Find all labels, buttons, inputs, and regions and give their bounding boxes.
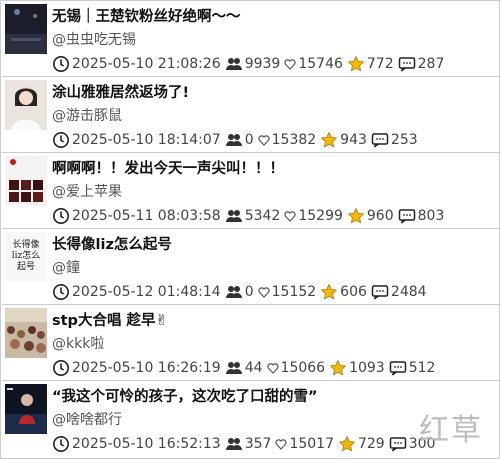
post-title[interactable]: 无锡｜王楚钦粉丝好绝啊～～ — [52, 5, 241, 26]
post-author[interactable]: @虫虫吃无锡 — [52, 29, 136, 49]
thumbnail[interactable] — [5, 308, 47, 358]
post-meta: 2025-05-10 21:08:26 9939 15746 772 287 — [52, 54, 448, 74]
post-datetime: 2025-05-10 16:26:19 — [72, 360, 221, 376]
star-icon — [329, 359, 347, 377]
thumbnail-image — [5, 384, 47, 434]
people-icon — [225, 131, 243, 149]
likes-count: 15017 — [289, 436, 334, 452]
post-author[interactable]: @鐘 — [52, 257, 80, 277]
thumbnail-image — [5, 4, 47, 54]
post-title[interactable]: stp大合唱 趁早✌ — [52, 309, 168, 330]
heart-icon — [275, 435, 288, 453]
people-icon — [225, 359, 243, 377]
clock-icon — [52, 283, 70, 301]
thumbnail[interactable] — [5, 4, 47, 54]
comments-count: 287 — [417, 56, 445, 72]
post-datetime: 2025-05-10 18:14:07 — [72, 132, 221, 148]
list-item[interactable]: 无锡｜王楚钦粉丝好绝啊～～ @虫虫吃无锡 2025-05-10 21:08:26… — [2, 1, 500, 77]
people-icon — [225, 207, 243, 225]
comment-icon — [389, 435, 407, 453]
star-icon — [347, 55, 365, 73]
post-meta: 2025-05-10 16:52:13 357 15017 729 300 — [52, 434, 439, 454]
thumbnail-text: 长得像 liz怎么 起号 — [11, 240, 41, 272]
thumbnail[interactable] — [5, 156, 47, 206]
heart-icon — [258, 283, 270, 301]
heart-icon — [258, 131, 270, 149]
comment-icon — [398, 207, 416, 225]
post-title[interactable]: 长得像liz怎么起号 — [52, 233, 172, 254]
watermark: 红草 — [419, 413, 483, 448]
post-meta: 2025-05-11 08:03:58 5342 15299 960 803 — [52, 206, 448, 226]
heart-icon — [284, 207, 296, 225]
thumbnail-image — [5, 80, 47, 130]
clock-icon — [52, 55, 70, 73]
heart-icon — [266, 359, 279, 377]
post-datetime: 2025-05-10 16:52:13 — [72, 436, 221, 452]
clock-icon — [52, 131, 70, 149]
thumbnail-image — [5, 156, 47, 206]
post-title[interactable]: 啊啊啊！！发出今天一声尖叫！！！ — [52, 157, 284, 178]
views-count: 5342 — [244, 208, 281, 224]
post-datetime: 2025-05-10 21:08:26 — [72, 56, 221, 72]
star-icon — [320, 283, 338, 301]
list-item[interactable]: stp大合唱 趁早✌ @kkk啦 2025-05-10 16:26:19 44 … — [2, 305, 500, 381]
comments-count: 253 — [390, 132, 418, 148]
thumbnail-image — [5, 308, 47, 358]
likes-count: 15152 — [271, 284, 317, 300]
star-icon — [347, 207, 365, 225]
people-icon — [225, 55, 243, 73]
list-item[interactable]: 涂山雅雅居然返场了! @游击豚鼠 2025-05-10 18:14:07 0 1… — [2, 77, 500, 153]
comments-count: 803 — [417, 208, 445, 224]
clock-icon — [52, 359, 70, 377]
stars-count: 960 — [366, 208, 394, 224]
thumbnail[interactable] — [5, 80, 47, 130]
clock-icon — [52, 435, 70, 453]
post-author[interactable]: @爱上苹果 — [52, 181, 122, 201]
list-item[interactable]: 长得像 liz怎么 起号 长得像liz怎么起号 @鐘 2025-05-12 01… — [2, 229, 500, 305]
post-author[interactable]: @kkk啦 — [52, 333, 104, 353]
stars-count: 729 — [357, 436, 385, 452]
comment-icon — [389, 359, 407, 377]
post-title[interactable]: 涂山雅雅居然返场了! — [52, 81, 189, 102]
comments-count: 512 — [408, 360, 436, 376]
likes-count: 15382 — [271, 132, 317, 148]
post-author[interactable]: @啥啥都行 — [52, 409, 122, 429]
list-item[interactable]: 啊啊啊！！发出今天一声尖叫！！！ @爱上苹果 2025-05-11 08:03:… — [2, 153, 500, 229]
stars-count: 1093 — [349, 360, 385, 376]
comment-icon — [371, 283, 389, 301]
star-icon — [320, 131, 338, 149]
comments-count: 2484 — [390, 284, 427, 300]
feed-list: 无锡｜王楚钦粉丝好绝啊～～ @虫虫吃无锡 2025-05-10 21:08:26… — [0, 0, 500, 459]
post-datetime: 2025-05-12 01:48:14 — [72, 284, 221, 300]
views-count: 9939 — [244, 56, 281, 72]
stars-count: 943 — [340, 132, 367, 148]
people-icon — [225, 435, 243, 453]
people-icon — [225, 283, 243, 301]
clock-icon — [52, 207, 70, 225]
views-count: 357 — [244, 436, 272, 452]
post-meta: 2025-05-10 18:14:07 0 15382 943 253 — [52, 130, 422, 150]
thumbnail[interactable]: 长得像 liz怎么 起号 — [5, 232, 47, 282]
post-author[interactable]: @游击豚鼠 — [52, 105, 122, 125]
post-datetime: 2025-05-11 08:03:58 — [72, 208, 221, 224]
stars-count: 606 — [340, 284, 367, 300]
star-icon — [338, 435, 356, 453]
thumbnail[interactable] — [5, 384, 47, 434]
views-count: 0 — [244, 284, 254, 300]
likes-count: 15299 — [298, 208, 343, 224]
stars-count: 772 — [366, 56, 394, 72]
post-meta: 2025-05-10 16:26:19 44 15066 1093 512 — [52, 358, 439, 378]
heart-icon — [284, 55, 296, 73]
views-count: 44 — [244, 360, 263, 376]
post-meta: 2025-05-12 01:48:14 0 15152 606 2484 — [52, 282, 431, 302]
views-count: 0 — [244, 132, 254, 148]
comment-icon — [398, 55, 416, 73]
likes-count: 15746 — [298, 56, 343, 72]
comment-icon — [371, 131, 389, 149]
post-title[interactable]: “我这个可怜的孩子，这次吃了口甜的雪” — [52, 385, 318, 406]
likes-count: 15066 — [280, 360, 326, 376]
